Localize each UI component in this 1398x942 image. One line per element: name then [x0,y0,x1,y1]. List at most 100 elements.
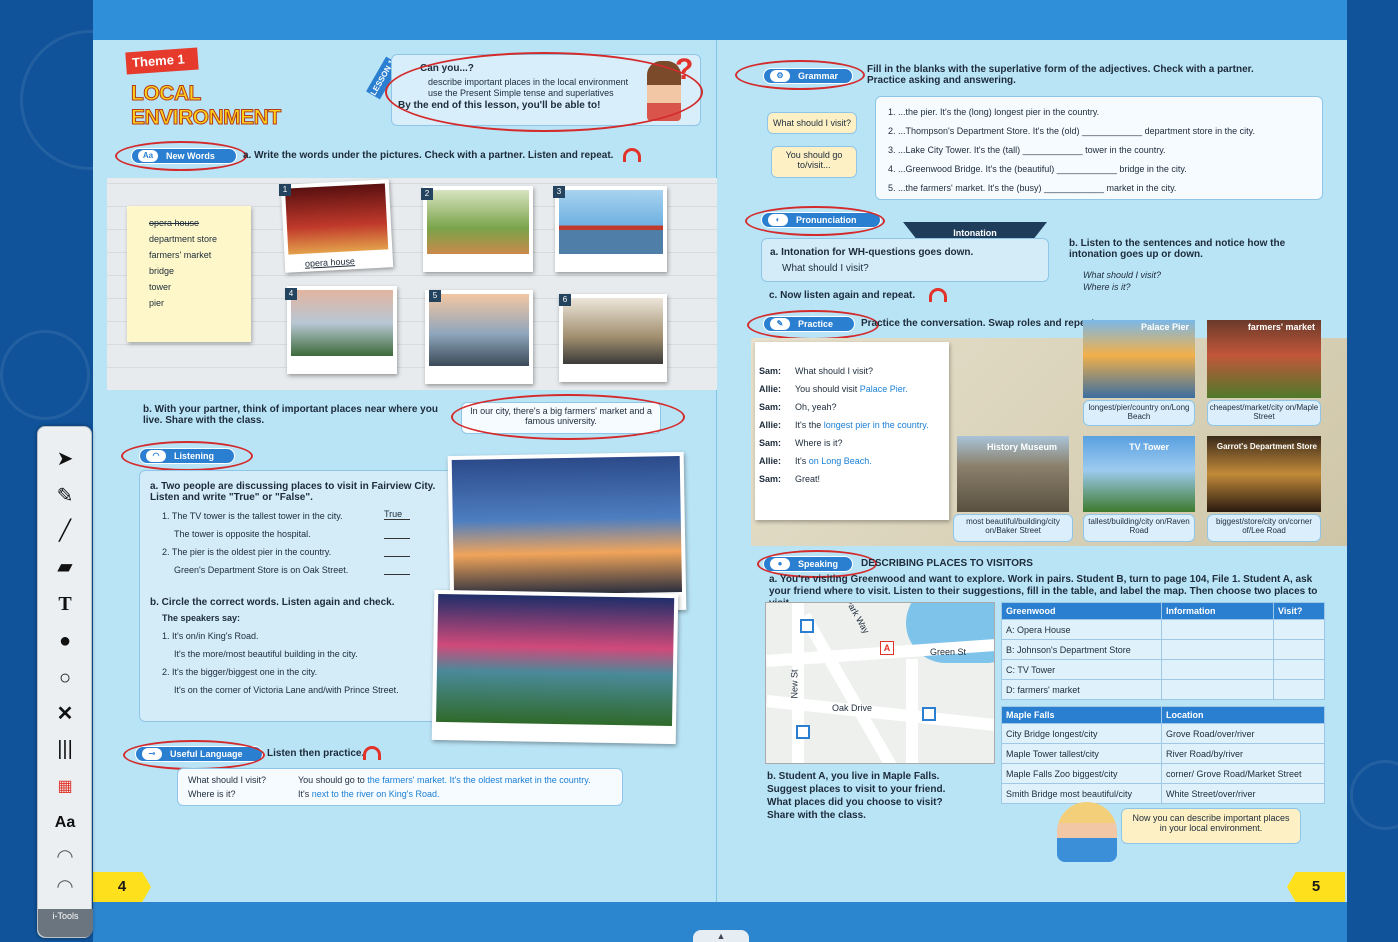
photo-farmers-market [423,186,533,272]
grammar-item[interactable]: 3. ...Lake City Tower. It's the (tall) _… [888,145,1166,155]
page-number-right[interactable]: 5 [1287,872,1345,902]
grammar-instruction: Fill in the blanks with the superlative … [867,64,1254,86]
annotation-circle[interactable] [747,310,879,340]
redo-icon[interactable]: ◠ [51,873,79,901]
highlighter-icon[interactable]: ╱ [51,517,79,545]
speaker: Sam: [759,474,782,484]
place-caption: cheapest/market/city on/Maple Street [1207,400,1321,426]
table-header: Visit? [1273,602,1325,620]
table-cell-input[interactable] [1161,679,1274,700]
place-photo: Palace Pier [1083,320,1195,398]
annotation-circle[interactable] [123,740,265,770]
word-item: bridge [149,266,175,276]
table-cell-input[interactable] [1273,619,1325,640]
listening-item: Green's Department Store is on Oak Stree… [174,565,349,575]
annotation-circle[interactable] [735,60,865,90]
fill-circle-icon[interactable]: ● [51,627,79,655]
place-name: History Museum [987,442,1058,452]
table-row: C: TV Tower [1001,659,1325,680]
road [906,659,918,763]
street-label: Oak Drive [832,703,873,713]
grammar-bubble: You should go to/visit... [771,146,857,178]
pen-icon[interactable]: ✎ [51,482,79,510]
answer-field[interactable]: True [384,509,410,520]
annotation-circle[interactable] [385,52,703,132]
headphones-icon[interactable] [623,148,641,162]
text-tool-icon[interactable]: T [51,590,79,618]
greenwood-table: Greenwood Information Visit? A: Opera Hous… [1001,602,1325,700]
map-marker-blank[interactable] [800,619,814,633]
place-caption: tallest/building/city on/Raven Road [1083,514,1195,542]
table-cell: White Street/over/river [1161,783,1325,804]
table-cell: B: Johnson's Department Store [1001,639,1162,660]
answer-field[interactable] [384,529,410,539]
listening-item: 1. The TV tower is the tallest tower in … [162,511,343,521]
useful-language-box: What should I visit? Where is it? You sh… [177,768,623,806]
table-cell-input[interactable] [1273,679,1325,700]
maple-falls-table: Maple Falls Location City Bridge longest/… [1001,706,1325,804]
undo-icon[interactable]: ◠ [51,843,79,871]
table-cell: D: farmers' market [1001,679,1162,700]
page-scroll-handle[interactable]: ▲ [693,930,749,942]
word-item: opera house [149,218,200,228]
eraser-icon[interactable]: ▰ [51,553,79,581]
grammar-bubble: What should I visit? [767,112,857,134]
speaking-title: DESCRIBING PLACES TO VISITORS [861,558,1033,569]
line-width-icon[interactable]: ||| [51,735,79,763]
street-map[interactable]: Park Way Green St New St Oak Drive A [765,602,995,764]
table-cell-input[interactable] [1161,619,1274,640]
answer-field[interactable] [384,547,410,557]
closing-bubble: Now you can describe important places in… [1121,808,1301,844]
pronunciation-part-c: c. Now listen again and repeat. [769,290,916,301]
photo-number: 4 [285,288,297,300]
listening-part-b: b. Circle the correct words. Listen agai… [150,597,395,608]
place-name: TV Tower [1129,442,1169,452]
street-label: Green St [930,647,967,657]
table-row: A: Opera House [1001,619,1325,640]
circle-item[interactable]: It's the more/most beautiful building in… [174,649,358,659]
table-cell: Maple Tower tallest/city [1001,743,1162,764]
answer-field[interactable] [384,565,410,575]
language-question: What should I visit? [188,775,267,785]
street-label: Park Way [843,602,872,636]
close-icon[interactable]: ✕ [51,700,79,728]
table-cell-input[interactable] [1161,659,1274,680]
circle-item[interactable]: 1. It's on/in King's Road. [162,631,259,641]
pointer-icon[interactable]: ➤ [51,445,79,473]
grammar-item[interactable]: 5. ...the farmers' market. It's the (bus… [888,183,1176,193]
photo-number: 1 [279,184,291,196]
grammar-item[interactable]: 4. ...Greenwood Bridge. It's the (beauti… [888,164,1187,174]
table-cell-input[interactable] [1161,639,1274,660]
place-photo: farmers' market [1207,320,1321,398]
student-illustration [1057,802,1117,862]
map-marker[interactable]: A [880,641,894,655]
annotation-circle[interactable] [115,141,247,171]
photo-bridge [555,186,667,272]
page-header-band [93,0,717,40]
page-number-left[interactable]: 4 [93,872,151,902]
map-marker-blank[interactable] [796,725,810,739]
grammar-item[interactable]: 2. ...Thompson's Department Store. It's … [888,126,1255,136]
toolbar-label[interactable]: i-Tools [38,909,93,937]
headphones-icon[interactable] [363,746,381,760]
table-cell-input[interactable] [1273,659,1325,680]
table-row: Maple Falls Zoo biggest/city corner/ Grov… [1001,763,1325,784]
photo-number: 2 [421,188,433,200]
table-row: D: farmers' market [1001,679,1325,700]
color-palette-icon[interactable]: ▦ [51,773,79,801]
annotation-circle[interactable] [745,206,885,236]
table-cell-input[interactable] [1273,639,1325,660]
table-row: Smith Bridge most beautiful/city White St… [1001,783,1325,804]
font-tool-icon[interactable]: Aa [51,809,79,837]
headphones-icon[interactable] [929,288,947,302]
circle-item[interactable]: It's on the corner of Victoria Lane and/… [174,685,399,695]
outline-circle-icon[interactable]: ○ [51,664,79,692]
circle-item[interactable]: 2. It's the bigger/biggest one in the ci… [162,667,317,677]
table-cell: Smith Bridge most beautiful/city [1001,783,1162,804]
annotation-circle[interactable] [121,441,253,471]
speaker: Sam: [759,402,782,412]
map-marker-blank[interactable] [922,707,936,721]
grammar-item[interactable]: 1. ...the pier. It's the (long) longest … [888,107,1099,117]
dialogue-note: Sam: What should I visit? Allie: You sho… [755,342,949,520]
annotation-circle[interactable] [451,394,685,440]
